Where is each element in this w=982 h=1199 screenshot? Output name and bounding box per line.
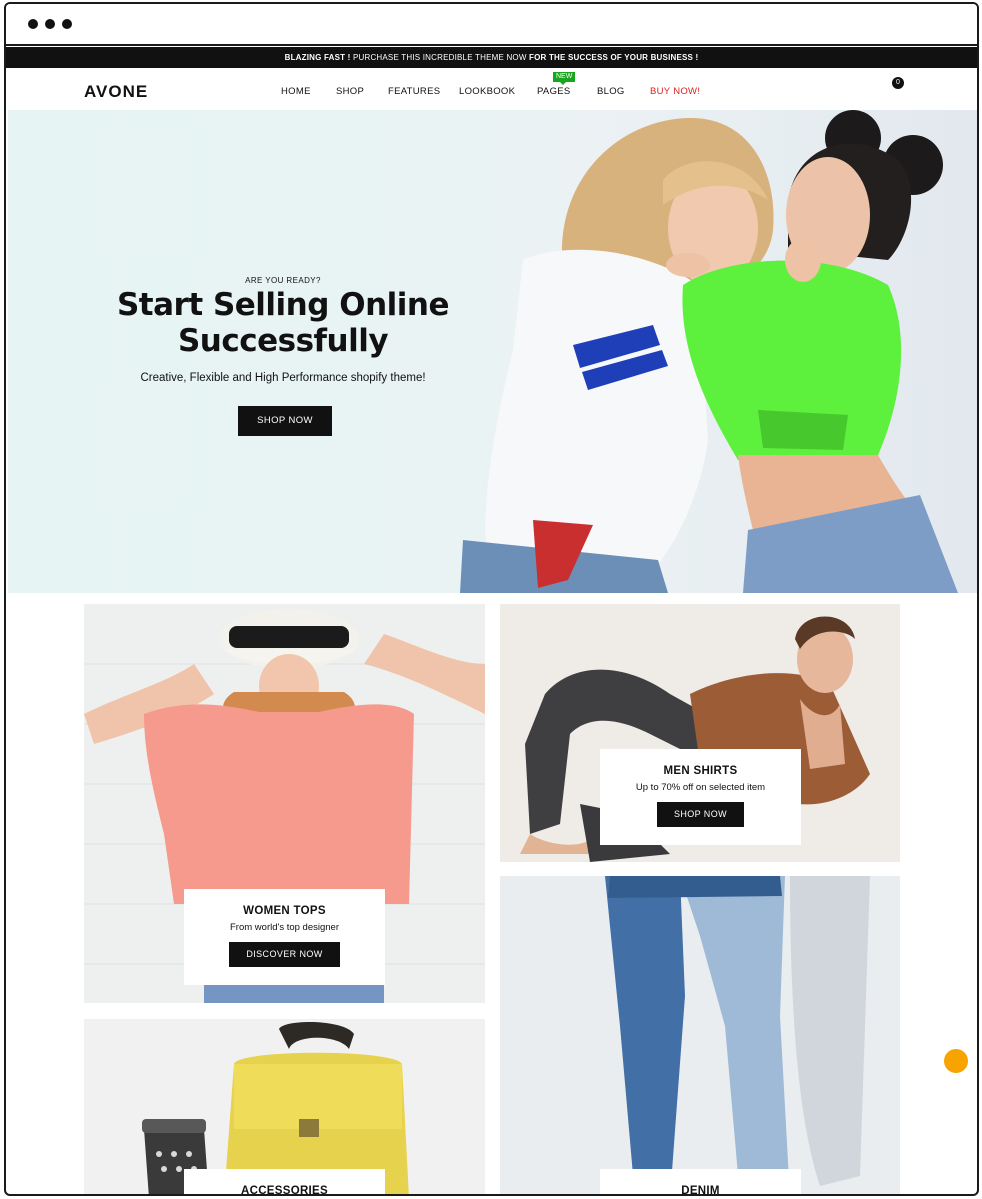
announcement-tail: FOR THE SUCCESS OF YOUR BUSINESS !: [529, 53, 699, 62]
men-shirts-subtitle: Up to 70% off on selected item: [635, 782, 766, 793]
accessories-caption: ACCESSORIES: [184, 1169, 385, 1196]
hero-subtitle: Creative, Flexible and High Performance …: [140, 372, 426, 384]
accessories-tile[interactable]: ACCESSORIES: [84, 1019, 485, 1196]
site-logo[interactable]: AVONE: [84, 82, 148, 102]
hero-title-line1: Start Selling Online: [116, 287, 450, 323]
hero-pretitle: ARE YOU READY?: [245, 276, 321, 285]
nav-item-shop[interactable]: SHOP: [336, 86, 364, 97]
hero-title: Start Selling Online Successfully: [8, 287, 558, 359]
hero-shop-now-button[interactable]: SHOP NOW: [238, 406, 332, 436]
men-shirts-title: MEN SHIRTS: [663, 765, 738, 777]
nav-item-buy-now[interactable]: BUY NOW!: [650, 86, 700, 97]
denim-tile[interactable]: DENIM: [500, 876, 900, 1196]
women-tops-tile[interactable]: WOMEN TOPS From world's top designer DIS…: [84, 604, 485, 1003]
announcement-middle: PURCHASE THIS INCREDIBLE THEME NOW: [352, 53, 527, 62]
announcement-bar: BLAZING FAST ! PURCHASE THIS INCREDIBLE …: [6, 47, 977, 68]
nav-item-lookbook[interactable]: LOOKBOOK: [459, 86, 515, 97]
men-shirts-tile[interactable]: MEN SHIRTS Up to 70% off on selected ite…: [500, 604, 900, 862]
hero-banner: ARE YOU READY? Start Selling Online Succ…: [8, 110, 977, 593]
window-dot-icon: [45, 19, 55, 29]
denim-title: DENIM: [681, 1185, 720, 1196]
main-header: AVONE HOME SHOP FEATURES LOOKBOOK NEW PA…: [6, 68, 977, 110]
new-badge: NEW: [553, 72, 576, 85]
browser-chrome: [6, 4, 977, 46]
announcement-lead: BLAZING FAST !: [284, 53, 351, 62]
accessories-title: ACCESSORIES: [240, 1185, 328, 1196]
denim-image: [500, 876, 900, 1194]
women-tops-caption: WOMEN TOPS From world's top designer DIS…: [184, 889, 385, 985]
floating-action-button[interactable]: [944, 1049, 968, 1073]
hero-title-line2: Successfully: [177, 323, 389, 359]
cart-count-badge[interactable]: 0: [892, 77, 904, 89]
nav-item-pages[interactable]: PAGES: [537, 86, 571, 97]
window-dot-icon: [62, 19, 72, 29]
men-shop-now-button[interactable]: SHOP NOW: [656, 802, 745, 827]
denim-caption: DENIM: [600, 1169, 801, 1196]
nav-item-home[interactable]: HOME: [281, 86, 311, 97]
men-shirts-caption: MEN SHIRTS Up to 70% off on selected ite…: [600, 749, 801, 845]
women-tops-subtitle: From world's top designer: [230, 922, 339, 933]
nav-item-features[interactable]: FEATURES: [388, 86, 440, 97]
browser-frame: BLAZING FAST ! PURCHASE THIS INCREDIBLE …: [4, 2, 979, 1196]
nav-item-blog[interactable]: BLOG: [597, 86, 625, 97]
window-dot-icon: [28, 19, 38, 29]
women-tops-title: WOMEN TOPS: [243, 905, 326, 917]
discover-now-button[interactable]: DISCOVER NOW: [229, 942, 340, 967]
